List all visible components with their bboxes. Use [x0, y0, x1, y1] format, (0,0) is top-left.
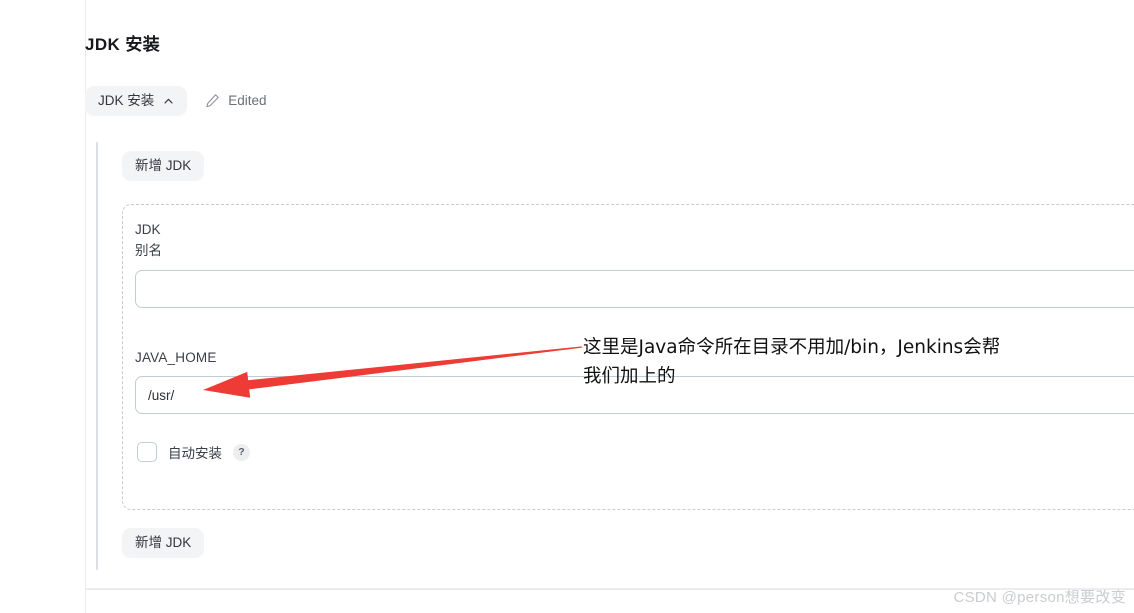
- pencil-icon: [205, 93, 220, 108]
- add-jdk-button-top[interactable]: 新增 JDK: [122, 151, 205, 181]
- auto-install-label: 自动安装: [168, 446, 222, 461]
- edited-status: Edited: [205, 93, 267, 109]
- auto-install-row: 自动安装 ?: [137, 442, 250, 462]
- watermark: CSDN @person想要改变: [953, 589, 1126, 606]
- section-indent-rule: [96, 142, 98, 570]
- edited-label: Edited: [228, 93, 267, 109]
- help-icon[interactable]: ?: [233, 443, 250, 461]
- auto-install-checkbox[interactable]: [137, 442, 157, 462]
- jdk-alias-input[interactable]: [135, 270, 1134, 308]
- add-jdk-button-top-label: 新增 JDK: [135, 158, 192, 173]
- add-jdk-button-bottom-label: 新增 JDK: [135, 535, 192, 550]
- java-home-label: JAVA_HOME: [135, 350, 217, 365]
- collapse-toggle-label: JDK 安装: [98, 93, 155, 108]
- page-title: JDK 安装: [85, 35, 161, 54]
- jdk-section-collapse-toggle[interactable]: JDK 安装: [85, 86, 188, 116]
- annotation-text: 这里是Java命令所在目录不用加/bin，Jenkins会帮 我们加上的: [583, 337, 1001, 387]
- jdk-alias-label: JDK 别名: [135, 222, 162, 258]
- add-jdk-button-bottom[interactable]: 新增 JDK: [122, 528, 205, 558]
- section-header-row: JDK 安装 Edited: [85, 86, 267, 116]
- chevron-up-icon: [163, 96, 174, 107]
